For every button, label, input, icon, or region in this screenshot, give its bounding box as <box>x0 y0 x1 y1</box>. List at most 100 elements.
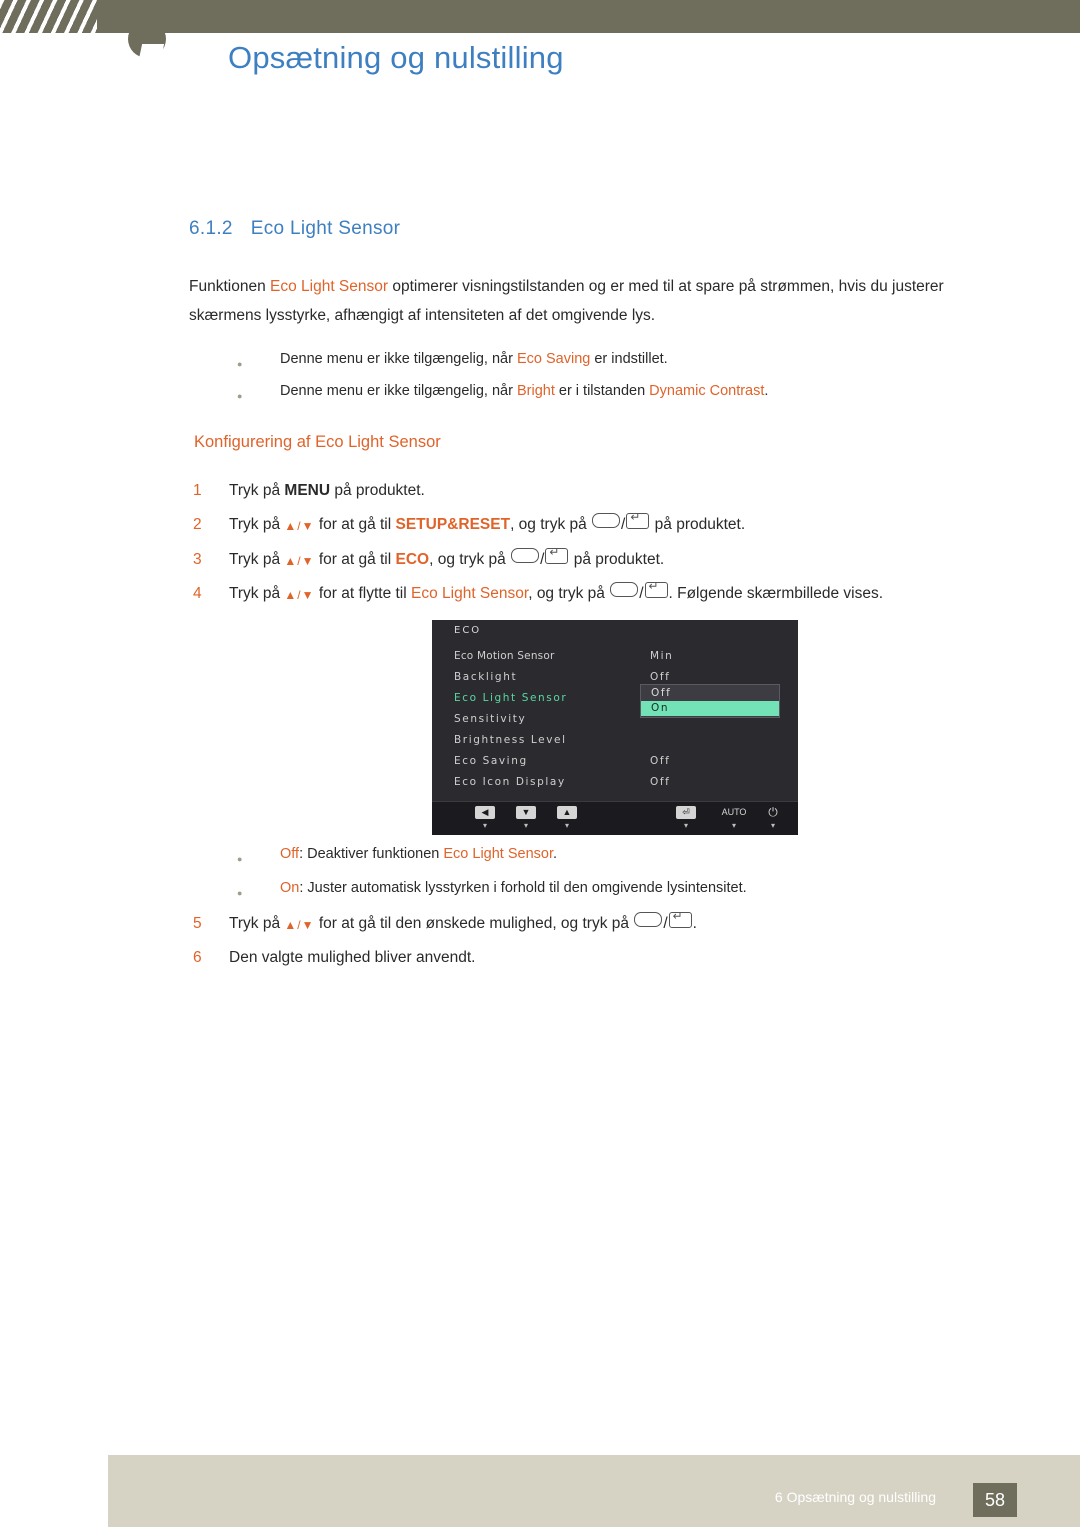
up-down-arrow-icon: ▲/▼ <box>284 588 315 602</box>
option-off-term: Eco Light Sensor <box>443 846 553 862</box>
osd-option-on: On <box>651 702 670 714</box>
osd-row-label: Eco Saving <box>454 755 528 767</box>
enter-key-icon <box>644 579 668 598</box>
option-text: On: Juster automatisk lysstyrken i forho… <box>280 877 1007 899</box>
step-text: Tryk på ▲/▼ for at flytte til Eco Light … <box>229 579 1009 608</box>
osd-title: ECO <box>454 625 482 636</box>
osd-option-popup: Off On <box>640 684 780 718</box>
left-arrow-icon: ◀ <box>475 806 495 819</box>
note-item: ● Denne menu er ikke tilgængelig, når Ec… <box>237 348 1007 370</box>
osd-up-button[interactable]: ▲ ▾ <box>556 806 578 830</box>
osd-option-off: Off <box>651 687 672 699</box>
osd-row: Eco Saving Off <box>432 753 798 774</box>
step-text: Tryk på ▲/▼ for at gå til ECO, og tryk p… <box>229 545 1009 574</box>
note-2-term2: Dynamic Contrast <box>649 383 765 399</box>
bullet-dot-icon: ● <box>237 888 243 898</box>
step-text: Tryk på ▲/▼ for at gå til SETUP&RESET, o… <box>229 510 1009 539</box>
note-2-mid: er i tilstanden <box>554 383 650 399</box>
step-1-key: MENU <box>284 482 331 499</box>
step-number: 5 <box>193 915 202 932</box>
osd-row-value: Off <box>650 776 671 788</box>
option-on-pre: : Juster automatisk lysstyrken i forhold… <box>299 880 747 896</box>
menu-key-icon <box>592 513 621 528</box>
note-text: Denne menu er ikke tilgængelig, når Eco … <box>280 348 1007 370</box>
up-down-arrow-icon: ▲/▼ <box>284 918 315 932</box>
up-down-arrow-icon: ▲/▼ <box>284 554 315 568</box>
osd-row-label: Sensitivity <box>454 713 527 725</box>
footer-chapter-label: 6 Opsætning og nulstilling <box>774 1489 936 1505</box>
osd-menu-list: Eco Motion Sensor Min Backlight Off Eco … <box>432 648 798 795</box>
menu-key-icon <box>634 912 663 927</box>
osd-row: Brightness Level <box>432 732 798 753</box>
osd-down-button[interactable]: ▼ ▾ <box>515 806 537 830</box>
step-item: 5 Tryk på ▲/▼ for at gå til den ønskede … <box>189 909 1009 938</box>
note-1-pre: Denne menu er ikke tilgængelig, når <box>280 351 517 367</box>
note-2-term: Bright <box>516 383 555 399</box>
step-number: 1 <box>193 482 202 499</box>
menu-key-icon <box>511 548 540 563</box>
bullet-dot-icon: ● <box>237 854 243 864</box>
intro-paragraph: Funktionen Eco Light Sensor optimerer vi… <box>189 272 1001 330</box>
note-item: ● Denne menu er ikke tilgængelig, når Br… <box>237 380 1007 402</box>
step-text: Tryk på ▲/▼ for at gå til den ønskede mu… <box>229 909 1009 938</box>
option-item: ● On: Juster automatisk lysstyrken i for… <box>237 877 1007 899</box>
step-3-post: på produktet. <box>569 551 665 568</box>
step-2-post: på produktet. <box>650 516 746 533</box>
button-tick-icon: ▾ <box>523 821 528 830</box>
button-tick-icon: ▾ <box>683 821 688 830</box>
step-3-term: ECO <box>395 551 430 568</box>
auto-label-icon: AUTO <box>721 807 747 817</box>
power-icon: ⏻ <box>768 805 778 819</box>
osd-enter-button[interactable]: ⏎ ▾ <box>675 806 697 830</box>
option-text: Off: Deaktiver funktionen Eco Light Sens… <box>280 843 1007 865</box>
osd-power-button[interactable]: ⏻ ▾ <box>762 805 784 831</box>
osd-row-label: Eco Icon Display <box>454 776 566 788</box>
step-number: 6 <box>193 949 202 966</box>
osd-row-label: Eco Motion Sensor <box>454 650 555 662</box>
step-4-mid2: , og tryk på <box>528 585 610 602</box>
bullet-dot-icon: ● <box>237 391 243 401</box>
enter-key-icon <box>545 545 569 564</box>
step-number: 3 <box>193 551 202 568</box>
osd-auto-button[interactable]: AUTO ▾ <box>717 806 751 830</box>
option-on-label: On <box>280 880 300 896</box>
menu-key-icon <box>610 582 639 597</box>
samsung-logo-mark-icon <box>128 20 166 58</box>
osd-left-button[interactable]: ◀ ▾ <box>474 806 496 830</box>
section-heading: 6.1.2 Eco Light Sensor <box>189 218 400 240</box>
enter-key-icon <box>626 510 650 529</box>
step-number: 2 <box>193 516 202 533</box>
osd-option-on-highlight: On <box>641 701 779 716</box>
page-title: Opsætning og nulstilling <box>228 40 564 75</box>
step-4-post: . Følgende skærmbillede vises. <box>668 585 884 602</box>
osd-row-value: Min <box>650 650 674 662</box>
osd-row-value: Off <box>650 671 671 683</box>
step-1-post: på produktet. <box>330 482 425 499</box>
step-4-mid: for at flytte til <box>314 585 411 602</box>
step-item: 3 Tryk på ▲/▼ for at gå til ECO, og tryk… <box>189 545 1009 574</box>
step-5-pre: Tryk på <box>229 915 285 932</box>
note-1-post: er indstillet. <box>590 351 668 367</box>
up-down-arrow-icon: ▲/▼ <box>284 519 315 533</box>
step-text: Den valgte mulighed bliver anvendt. <box>229 949 476 966</box>
footer-left-white-block <box>0 1455 108 1527</box>
step-3-pre: Tryk på <box>229 551 285 568</box>
osd-button-bar: ◀ ▾ ▼ ▾ ▲ ▾ ⏎ ▾ AUTO ▾ ⏻ ▾ <box>432 801 798 835</box>
step-number: 4 <box>193 585 202 602</box>
enter-key-icon <box>668 909 692 928</box>
button-tick-icon: ▾ <box>482 821 487 830</box>
step-5-mid: for at gå til den ønskede mulighed, og t… <box>314 915 634 932</box>
osd-row-label: Eco Light Sensor <box>454 692 568 704</box>
osd-row: Eco Motion Sensor Min <box>432 648 798 669</box>
section-number: 6.1.2 <box>189 218 233 239</box>
note-1-term: Eco Saving <box>516 351 591 367</box>
configuration-heading: Konfigurering af Eco Light Sensor <box>194 433 441 451</box>
step-2-mid2: , og tryk på <box>510 516 592 533</box>
osd-screenshot: ECO Eco Motion Sensor Min Backlight Off … <box>432 620 798 835</box>
note-text: Denne menu er ikke tilgængelig, når Brig… <box>280 380 1007 402</box>
step-2-mid: for at gå til <box>314 516 396 533</box>
enter-icon: ⏎ <box>676 806 696 819</box>
osd-row-label: Brightness Level <box>454 734 567 746</box>
up-arrow-icon: ▲ <box>557 806 577 819</box>
step-3-mid2: , og tryk på <box>429 551 511 568</box>
